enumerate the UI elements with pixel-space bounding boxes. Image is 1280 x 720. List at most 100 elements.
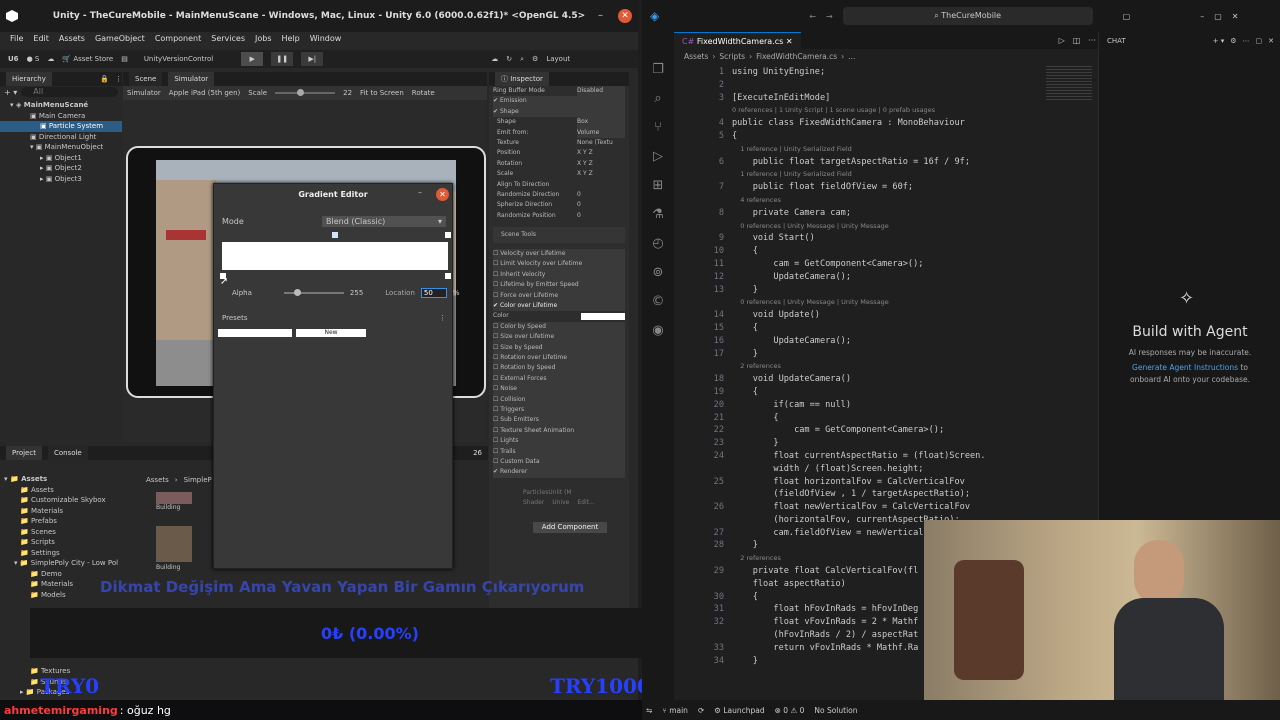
github-icon[interactable]: ◉	[652, 323, 663, 338]
minimize-icon[interactable]: –	[418, 188, 422, 197]
add-component-button[interactable]: Add Component	[533, 522, 607, 533]
timeline-icon[interactable]: ◴	[652, 236, 663, 251]
menu-component[interactable]: Component	[155, 34, 201, 43]
module-toggle[interactable]: ☐ Limit Velocity over Lifetime	[493, 259, 625, 270]
project-tree-item[interactable]: 📁 Assets	[4, 485, 138, 496]
alpha-key-marker[interactable]	[445, 232, 451, 238]
remote-icon[interactable]: ⊚	[653, 265, 664, 280]
run-debug-icon[interactable]: ▷	[653, 149, 663, 164]
package-icon[interactable]: ▤	[121, 55, 128, 63]
inspector-row[interactable]: Rotation X Y Z	[493, 159, 625, 169]
project-tree-item[interactable]: 📁 Settings	[4, 548, 138, 559]
testing-icon[interactable]: ⚗	[652, 207, 664, 222]
generate-instructions-link[interactable]: Generate Agent Instructions	[1132, 363, 1238, 372]
hierarchy-item[interactable]: ▸ ▣ Object1	[0, 153, 122, 164]
tab-simulator[interactable]: Simulator	[168, 72, 215, 86]
more-actions-icon[interactable]: ···	[1088, 36, 1096, 45]
module-toggle[interactable]: ☐ Force over Lifetime	[493, 290, 625, 302]
project-tree-item[interactable]: 📁 Customizable Skybox	[4, 495, 138, 506]
codelens-hint[interactable]: 1 reference | Unity Serialized Field	[674, 168, 1074, 181]
breadcrumb-item[interactable]: ...	[848, 52, 855, 61]
history-icon[interactable]: ↻	[506, 55, 512, 63]
project-tree-item[interactable]: 📁 Scripts	[4, 537, 138, 548]
breadcrumb-simplepoly[interactable]: SimpleP	[184, 476, 212, 484]
remote-status-icon[interactable]: ⇋	[646, 706, 652, 715]
module-toggle[interactable]: ☐ Size over Lifetime	[493, 332, 625, 343]
menu-assets[interactable]: Assets	[59, 34, 85, 43]
inspector-row[interactable]: Spherize Direction 0	[493, 200, 625, 210]
minimize-icon[interactable]: –	[1200, 12, 1204, 21]
inspector-row[interactable]: Shape Box	[493, 117, 625, 128]
presets-menu-icon[interactable]: ⋮	[439, 314, 446, 322]
module-toggle[interactable]: ☐ Triggers	[493, 404, 625, 416]
more-icon[interactable]: ⋯	[1243, 37, 1250, 45]
step-button[interactable]: ▶|	[301, 52, 324, 66]
hierarchy-item[interactable]: ▾ ▣ MainMenuObject	[0, 142, 122, 153]
layout-dropdown[interactable]: Layout	[546, 55, 570, 63]
module-toggle[interactable]: ☐ Custom Data	[493, 456, 625, 468]
material-row[interactable]: ParticlesUnlit (M	[493, 488, 625, 498]
maximize-icon[interactable]: ▢	[1256, 37, 1263, 45]
close-icon[interactable]: ✕	[1232, 12, 1239, 21]
scale-value[interactable]: 22	[343, 89, 352, 97]
codelens-hint[interactable]: 0 references | 1 Unity Script | 1 scene …	[674, 104, 1074, 117]
extensions-icon[interactable]: ⊞	[653, 178, 664, 193]
inspector-row[interactable]: Randomize Position 0	[493, 211, 625, 221]
project-tree-item[interactable]: 📁 Scenes	[4, 527, 138, 538]
shader-dropdown[interactable]: Unive	[552, 498, 569, 508]
asset-thumbnail[interactable]: Building	[156, 526, 196, 576]
fit-to-screen-button[interactable]: Fit to Screen	[360, 89, 404, 97]
account-button[interactable]: ● S	[27, 55, 40, 63]
breadcrumb-item[interactable]: FixedWidthCamera.cs	[756, 52, 837, 61]
tab-scene[interactable]: Scene	[129, 72, 163, 86]
inspector-row[interactable]: Texture None (Textu	[493, 138, 625, 148]
color-key-marker[interactable]	[445, 273, 451, 279]
more-icon[interactable]: ⋮	[115, 75, 122, 83]
rotate-button[interactable]: Rotate	[412, 89, 435, 97]
menu-file[interactable]: File	[10, 34, 23, 43]
hierarchy-item[interactable]: ▾ ◈ MainMenuScané	[0, 100, 122, 111]
cloud-build-icon[interactable]: ☁	[491, 55, 498, 63]
breadcrumb-item[interactable]: Assets	[684, 52, 708, 61]
scene-tools-bar[interactable]: Scene Tools	[493, 227, 625, 244]
launchpad-status[interactable]: ⚙ Launchpad	[714, 706, 764, 715]
codelens-hint[interactable]: 0 references | Unity Message | Unity Mes…	[674, 296, 1074, 309]
module-toggle[interactable]: ☐ Sub Emitters	[493, 415, 625, 426]
sync-icon[interactable]: ⟳	[698, 706, 704, 715]
hierarchy-item[interactable]: ▸ ▣ Object3	[0, 174, 122, 185]
hierarchy-search-input[interactable]: All	[21, 87, 118, 97]
menu-window[interactable]: Window	[310, 34, 342, 43]
color-gradient-field[interactable]	[581, 313, 625, 321]
source-control-icon[interactable]: ⑂	[654, 120, 662, 135]
settings-gear-icon[interactable]: ⚙	[1230, 37, 1236, 45]
new-preset-button[interactable]: New	[296, 329, 366, 337]
tab-console[interactable]: Console	[47, 446, 88, 460]
search-icon[interactable]: ⌕	[520, 55, 524, 64]
inspector-row[interactable]: Position X Y Z	[493, 148, 625, 158]
inspector-tab[interactable]: ⓘ Inspector	[495, 72, 549, 86]
inspector-row[interactable]: Align To Direction	[493, 180, 625, 190]
asset-store-button[interactable]: 🛒 Asset Store	[62, 55, 113, 63]
close-icon[interactable]: ✕	[1268, 37, 1274, 45]
alpha-slider[interactable]	[283, 289, 344, 296]
inspector-row[interactable]: Emit from: Volume	[493, 127, 625, 138]
solution-status[interactable]: No Solution	[814, 706, 857, 715]
hierarchy-item[interactable]: ▣ Main Camera	[0, 111, 122, 122]
module-toggle[interactable]: ☐ Rotation over Lifetime	[493, 352, 625, 364]
module-renderer[interactable]: ✔ Renderer	[493, 467, 625, 478]
ring-buffer-dropdown[interactable]: Disabled	[577, 86, 625, 97]
settings-gear-icon[interactable]: ⚙	[532, 55, 538, 63]
project-tree-item[interactable]: 📁 Materials	[4, 506, 138, 517]
tab-project[interactable]: Project	[6, 446, 42, 460]
module-toggle[interactable]: ☐ Noise	[493, 384, 625, 395]
pause-button[interactable]: ❚❚	[271, 52, 294, 66]
menu-jobs[interactable]: Jobs	[255, 34, 272, 43]
module-toggle[interactable]: ☐ Color by Speed	[493, 321, 625, 333]
module-emission[interactable]: ✔ Emission	[493, 96, 625, 107]
version-control-button[interactable]: UnityVersionControl	[144, 55, 213, 63]
minimize-icon[interactable]: –	[598, 10, 603, 21]
project-tree-item[interactable]: ▾ 📁 Assets	[4, 474, 138, 485]
module-toggle[interactable]: ☐ External Forces	[493, 373, 625, 385]
project-tree-item[interactable]: ▾ 📁 SimplePoly City - Low Pol	[4, 558, 138, 569]
module-toggle[interactable]: ☐ Rotation by Speed	[493, 363, 625, 374]
